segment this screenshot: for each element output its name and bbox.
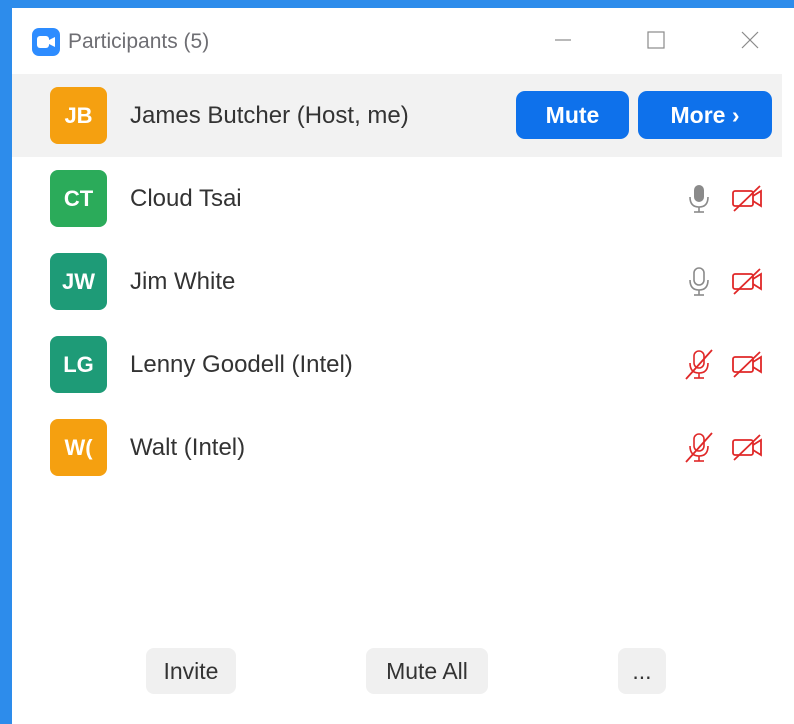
microphone-icon bbox=[689, 267, 709, 296]
video-off-icon bbox=[732, 268, 762, 295]
video-off-icon bbox=[732, 434, 762, 461]
participant-name: James Butcher (Host, me) bbox=[130, 102, 409, 129]
avatar: LG bbox=[50, 336, 107, 393]
participant-row[interactable]: W( Walt (Intel) bbox=[12, 406, 782, 489]
avatar: W( bbox=[50, 419, 107, 476]
avatar: JB bbox=[50, 87, 107, 144]
title-bar: Participants (5) bbox=[12, 8, 794, 72]
invite-button[interactable]: Invite bbox=[146, 648, 236, 694]
video-off-icon bbox=[732, 185, 762, 212]
avatar: JW bbox=[50, 253, 107, 310]
microphone-muted-icon bbox=[685, 349, 713, 380]
zoom-camera-icon bbox=[32, 28, 60, 56]
participant-name: Walt (Intel) bbox=[130, 434, 246, 461]
more-button[interactable]: More › bbox=[638, 91, 772, 139]
video-off-icon bbox=[732, 351, 762, 378]
participant-row[interactable]: CT Cloud Tsai bbox=[12, 157, 782, 240]
more-options-button[interactable]: ... bbox=[618, 648, 666, 694]
close-button[interactable] bbox=[726, 20, 774, 60]
microphone-icon bbox=[689, 185, 709, 213]
participant-name: Lenny Goodell (Intel) bbox=[130, 351, 353, 378]
participant-name: Jim White bbox=[130, 268, 236, 295]
participants-window: Participants (5) JB James Butcher (Host,… bbox=[12, 8, 794, 724]
participant-name: Cloud Tsai bbox=[130, 185, 242, 212]
participant-row[interactable]: LG Lenny Goodell (Intel) bbox=[12, 323, 782, 406]
window-title: Participants (5) bbox=[68, 30, 210, 53]
minimize-icon bbox=[555, 39, 571, 41]
maximize-icon bbox=[647, 31, 665, 49]
microphone-muted-icon bbox=[685, 432, 713, 463]
minimize-button[interactable] bbox=[539, 20, 587, 60]
participant-row-host[interactable]: JB James Butcher (Host, me) Mute More › bbox=[12, 74, 782, 157]
maximize-button[interactable] bbox=[632, 20, 680, 60]
avatar: CT bbox=[50, 170, 107, 227]
close-icon bbox=[741, 31, 759, 49]
participant-row[interactable]: JW Jim White bbox=[12, 240, 782, 323]
participant-list: JB James Butcher (Host, me) Mute More › … bbox=[12, 74, 782, 489]
mute-all-button[interactable]: Mute All bbox=[366, 648, 488, 694]
mute-button[interactable]: Mute bbox=[516, 91, 629, 139]
